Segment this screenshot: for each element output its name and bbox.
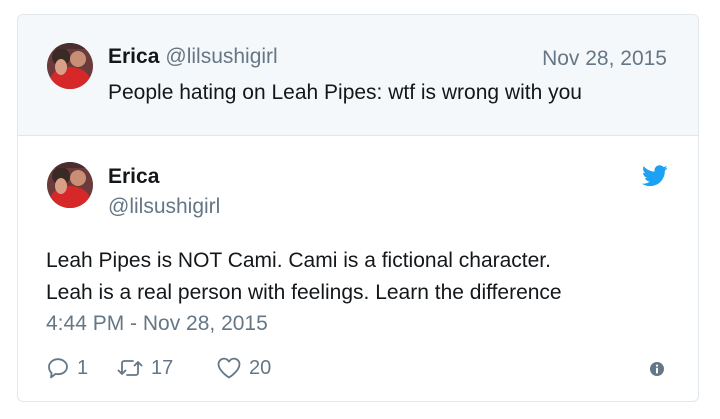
context-author-name[interactable]: Erica	[108, 45, 159, 68]
retweet-count: 17	[151, 356, 174, 379]
reply-button[interactable]: 1	[46, 356, 116, 380]
reply-count: 1	[77, 356, 89, 379]
context-author-handle[interactable]: @lilsushigirl	[165, 45, 277, 68]
like-count: 20	[249, 356, 272, 379]
tweet-actions: 1 17 20	[46, 355, 271, 381]
tweet-text-line: Leah Pipes is NOT Cami. Cami is a fictio…	[46, 249, 551, 272]
twitter-bird-icon[interactable]	[642, 165, 668, 187]
embedded-tweet-card: Erica @lilsushigirl Nov 28, 2015 People h…	[17, 14, 699, 402]
reply-context[interactable]: Erica @lilsushigirl Nov 28, 2015 People h…	[18, 15, 698, 136]
author-name[interactable]: Erica	[108, 165, 159, 189]
avatar[interactable]	[47, 162, 93, 208]
avatar[interactable]	[47, 43, 93, 89]
heart-icon	[217, 357, 241, 379]
context-tweet-text: People hating on Leah Pipes: wtf is wron…	[108, 81, 582, 104]
info-icon[interactable]	[649, 361, 665, 377]
context-author[interactable]: Erica @lilsushigirl	[108, 45, 278, 69]
tweet-text-line: Leah is a real person with feelings. Lea…	[46, 281, 562, 304]
retweet-icon	[117, 360, 143, 376]
tweet-text: Leah Pipes is NOT Cami. Cami is a fictio…	[46, 245, 686, 309]
like-button[interactable]: 20	[216, 356, 271, 380]
tweet-timestamp[interactable]: 4:44 PM - Nov 28, 2015	[46, 312, 268, 336]
retweet-button[interactable]: 17	[116, 356, 216, 380]
author-handle[interactable]: @lilsushigirl	[108, 195, 220, 219]
context-date[interactable]: Nov 28, 2015	[542, 47, 667, 71]
reply-icon	[48, 358, 68, 379]
